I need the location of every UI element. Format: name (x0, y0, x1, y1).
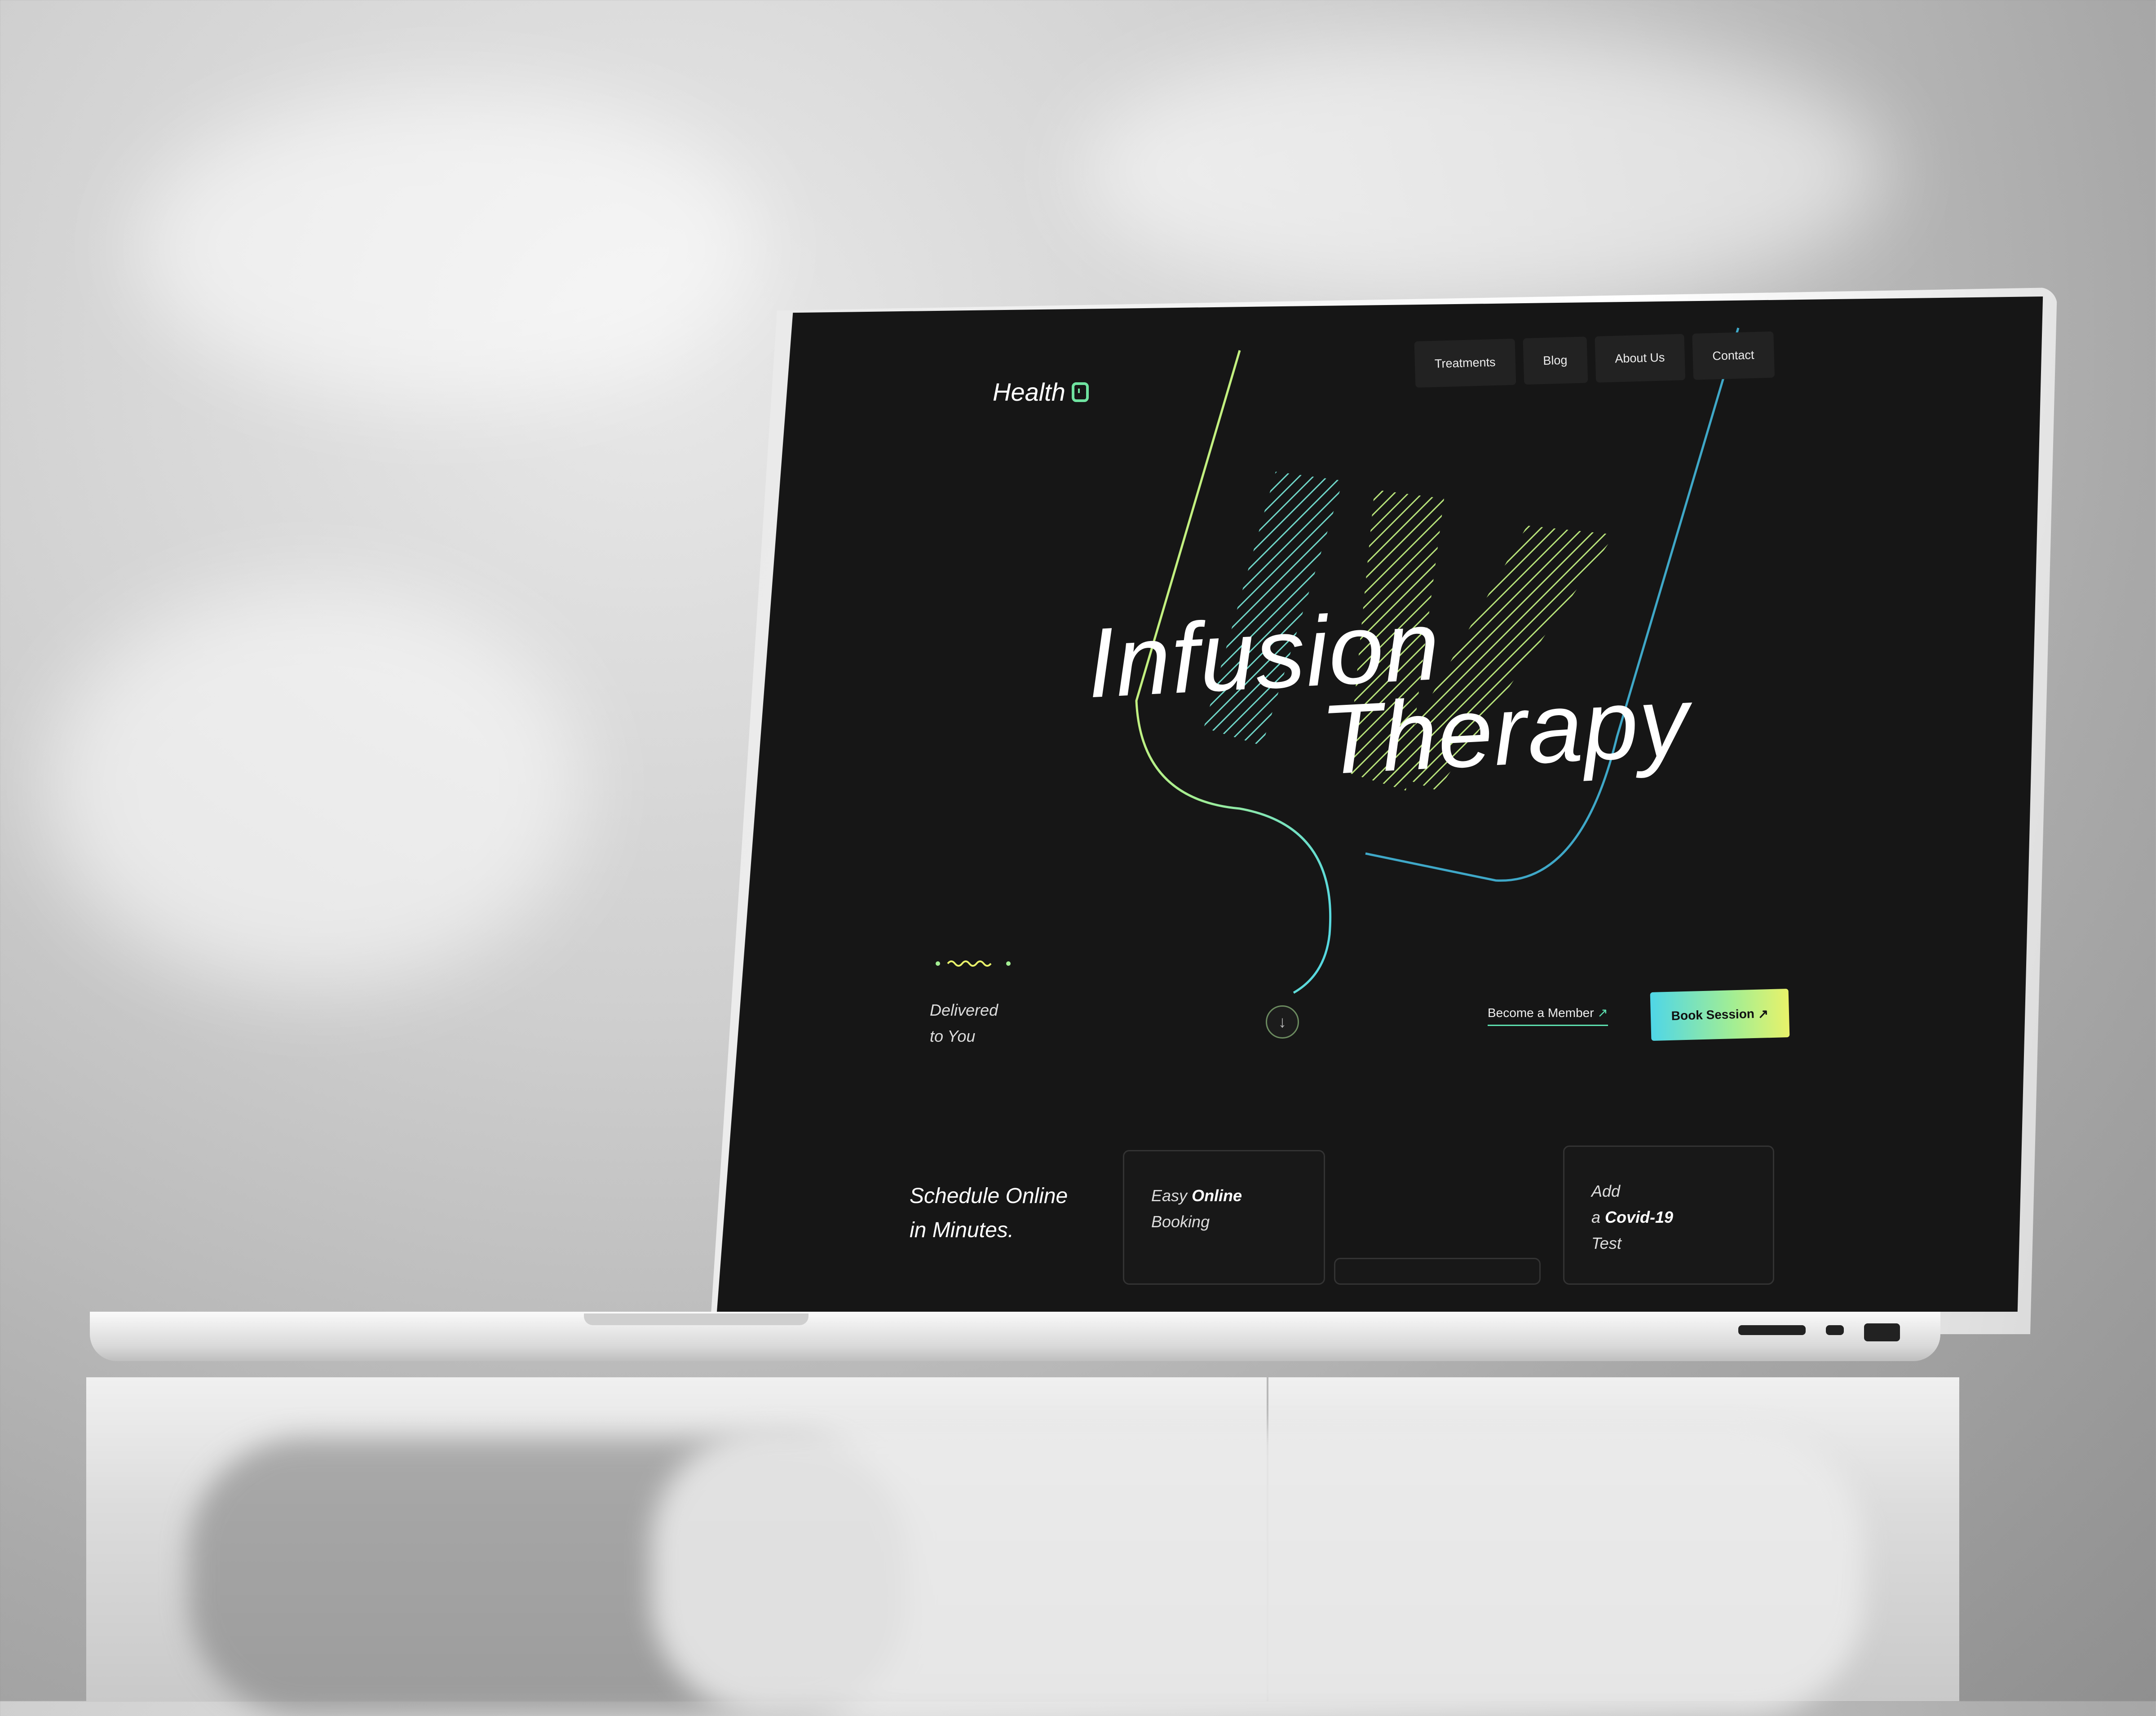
become-member-label: Become a Member (1488, 1006, 1594, 1020)
hero-tagline: Delivered to You (930, 997, 1038, 1049)
online-booking-card[interactable]: Easy Online Booking (1123, 1150, 1325, 1285)
nav-item-contact[interactable]: Contact (1692, 331, 1775, 380)
iv-drip-artwork (1135, 327, 1740, 994)
schedule-line2: in Minutes. (910, 1218, 1014, 1242)
tagline-line1: Delivered (930, 1001, 998, 1019)
site-logo[interactable]: Health (993, 377, 1089, 407)
card-text: Booking (1151, 1212, 1210, 1231)
schedule-heading: Schedule Online in Minutes. (910, 1179, 1068, 1247)
covid-test-card[interactable]: Add a Covid-19 Test (1563, 1145, 1774, 1285)
schedule-line1: Schedule Online (910, 1184, 1068, 1208)
arrow-up-right-icon: ↗ (1754, 1006, 1769, 1021)
arrow-down-icon: ↓ (1278, 1013, 1286, 1031)
nav-item-about-us[interactable]: About Us (1594, 334, 1685, 383)
card-text: Easy (1151, 1186, 1188, 1205)
card-text-bold: Online (1192, 1186, 1242, 1205)
squiggle-decoration (936, 960, 1011, 967)
hero-title-line2: Therapy (1318, 665, 1692, 796)
card-text: Add (1591, 1182, 1621, 1200)
card-text: Test (1591, 1234, 1621, 1252)
logo-text: Health (993, 378, 1065, 406)
book-session-label: Book Session (1671, 1006, 1755, 1023)
scroll-down-button[interactable]: ↓ (1266, 1005, 1299, 1039)
card-text-bold: Covid-19 (1605, 1208, 1674, 1226)
nav-item-treatments[interactable]: Treatments (1414, 338, 1516, 388)
health-logo-icon (1071, 382, 1089, 402)
nav-item-blog[interactable]: Blog (1523, 336, 1588, 385)
become-member-link[interactable]: Become a Member ↗ (1488, 1005, 1608, 1026)
card-text: a (1591, 1208, 1601, 1226)
card-placeholder (1334, 1258, 1541, 1285)
tagline-line2: to You (930, 1027, 976, 1045)
arrow-up-right-icon: ↗ (1597, 1006, 1608, 1020)
book-session-button[interactable]: Book Session ↗ (1650, 988, 1790, 1041)
